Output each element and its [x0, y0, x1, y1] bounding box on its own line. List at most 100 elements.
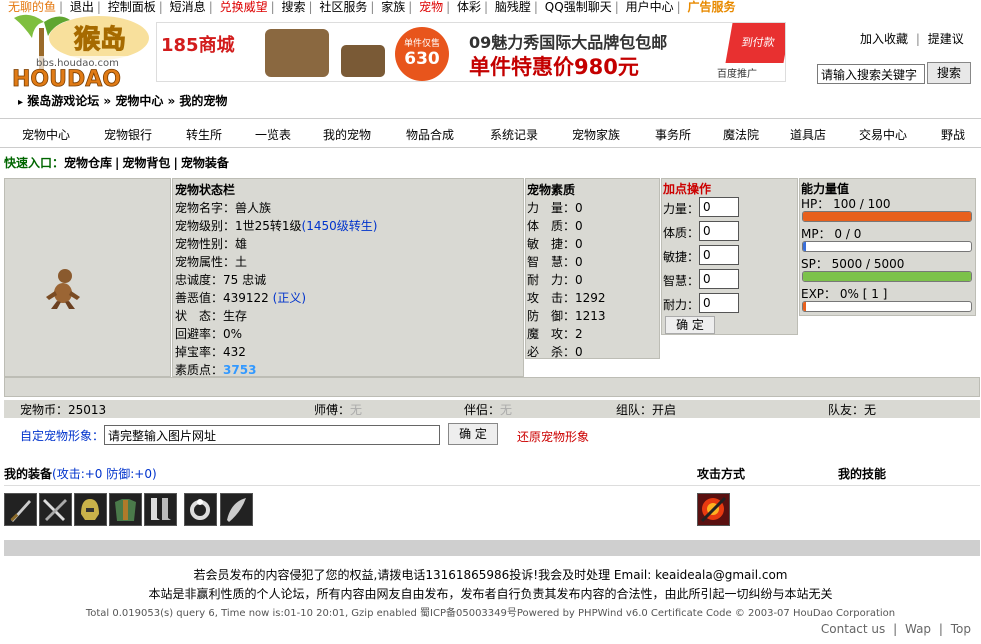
pet-state: 状 态：生存 [175, 309, 248, 323]
tab-overview[interactable]: 一览表 [255, 126, 291, 143]
tab-item-shop[interactable]: 道具店 [790, 126, 826, 143]
quick-label: 快速入口： [4, 156, 65, 170]
hp-bar-fill [803, 212, 971, 221]
agility-input[interactable] [699, 245, 739, 265]
rebirth-link[interactable]: (1450级转生) [302, 219, 378, 233]
suggest-link[interactable]: 提建议 [928, 32, 964, 46]
footer-links: Contact us | Wap | Top [820, 622, 971, 636]
equipment-header: 我的装备(攻击:+0 防御:+0) 攻击方式 我的技能 [4, 460, 980, 486]
mp-bar-fill [803, 242, 807, 251]
search-button[interactable]: 搜索 [927, 62, 971, 84]
nav-qq-chat[interactable]: QQ强制聊天 [545, 0, 612, 14]
quality-title: 宠物素质 [527, 183, 576, 197]
partner-info: 伴侣：无 [464, 403, 513, 417]
equip-slot-helmet[interactable] [74, 493, 107, 526]
equip-slot-boots[interactable] [144, 493, 177, 526]
image-url-input[interactable] [104, 425, 440, 445]
quality-endurance: 耐 力：0 [527, 273, 583, 287]
label-endurance: 耐力： [663, 298, 700, 312]
nav-ad-service[interactable]: 广告服务 [687, 0, 735, 14]
attack-method-slot[interactable] [697, 493, 730, 526]
pet-avatar-icon [46, 269, 80, 309]
nav-messages[interactable]: 短消息 [170, 0, 206, 14]
baidu-ad-label: 百度推广 [715, 65, 759, 80]
tab-magic[interactable]: 魔法院 [723, 126, 759, 143]
custom-image-confirm-button[interactable]: 确 定 [448, 423, 498, 445]
svg-text:HOUDAO: HOUDAO [12, 67, 121, 90]
custom-image-label: 自定宠物形象： [20, 429, 105, 443]
tab-pet-center[interactable]: 宠物中心 [22, 126, 70, 143]
top-link[interactable]: Top [951, 622, 971, 636]
footer-disclaimer: 本站是非赢利性质的个人论坛，所有内容由网友自由发布，发布者自行负责其发布内容的合… [148, 587, 833, 601]
site-logo[interactable]: 猴岛 bbs.houdao.com HOUDAO [4, 8, 154, 92]
tab-pet-family[interactable]: 宠物家族 [572, 126, 620, 143]
quick-backpack[interactable]: 宠物背包 [122, 156, 170, 170]
label-strength: 力量： [663, 202, 700, 216]
mp-bar [802, 241, 972, 252]
banner-corner: 到付款 [725, 23, 785, 63]
equip-slot-sword[interactable] [4, 493, 37, 526]
tab-records[interactable]: 系统记录 [490, 126, 538, 143]
endurance-input[interactable] [699, 293, 739, 313]
bag-image-small [341, 45, 385, 77]
fire-attack-icon [700, 496, 727, 523]
strength-input[interactable] [699, 197, 739, 217]
quick-warehouse[interactable]: 宠物仓库 [64, 156, 112, 170]
tab-pet-bank[interactable]: 宠物银行 [104, 126, 152, 143]
add-points-confirm-button[interactable]: 确 定 [665, 316, 715, 334]
equip-slot-armor[interactable] [109, 493, 142, 526]
nav-lottery[interactable]: 体彩 [457, 0, 481, 14]
equipment-title: 我的装备(攻击:+0 防御:+0) [4, 467, 157, 481]
contact-us-link[interactable]: Contact us [821, 622, 885, 636]
nav-brainless[interactable]: 脑残膛 [495, 0, 531, 14]
label-wisdom: 智慧： [663, 274, 700, 288]
quick-equipment[interactable]: 宠物装备 [181, 156, 229, 170]
pet-quality-panel: 宠物素质 力 量：0 体 质：0 敏 捷：0 智 慧：0 耐 力：0 攻 击：1… [525, 178, 660, 359]
svg-text:猴岛: 猴岛 [74, 24, 126, 55]
panel-footer-strip [4, 377, 980, 397]
sp-bar [802, 271, 972, 282]
search-input[interactable] [817, 64, 925, 84]
restore-image-link[interactable]: 还原宠物形象 [517, 428, 589, 445]
wap-link[interactable]: Wap [905, 622, 931, 636]
equip-slot-necklace[interactable] [220, 493, 253, 526]
tab-field-battle[interactable]: 野战 [941, 126, 965, 143]
breadcrumb-text[interactable]: 猴岛游戏论坛 » 宠物中心 » 我的宠物 [27, 94, 227, 108]
tab-trade[interactable]: 交易中心 [859, 126, 907, 143]
quality-critical: 必 杀：0 [527, 345, 583, 359]
breadcrumb: ▸ 猴岛游戏论坛 » 宠物中心 » 我的宠物 [18, 92, 227, 109]
nav-community[interactable]: 社区服务 [319, 0, 367, 14]
boots-icon [151, 498, 171, 520]
wisdom-input[interactable] [699, 269, 739, 289]
equip-slot-dagger[interactable] [39, 493, 72, 526]
tab-rebirth[interactable]: 转生所 [186, 126, 222, 143]
footer-complaint: 若会员发布的内容侵犯了您的权益,请拨电话13161865986投诉!我会及时处理… [193, 568, 788, 582]
quality-attack: 攻 击：1292 [527, 291, 606, 305]
teammate-info: 队友：无 [828, 403, 877, 417]
master-info: 师傅：无 [314, 403, 363, 417]
nav-family[interactable]: 家族 [381, 0, 405, 14]
add-favorite-link[interactable]: 加入收藏 [860, 32, 908, 46]
nav-exchange[interactable]: 兑换威望 [220, 0, 268, 14]
hp-text: HP： 100 / 100 [801, 197, 891, 211]
exp-bar-fill [803, 302, 807, 311]
pet-loyalty: 忠诚度：75 忠诚 [175, 273, 267, 287]
exp-text: EXP： 0% [ 1 ] [801, 287, 888, 301]
pet-coins: 宠物币：25013 [20, 403, 107, 417]
constitution-input[interactable] [699, 221, 739, 241]
nav-user-center[interactable]: 用户中心 [626, 0, 674, 14]
tab-my-pet[interactable]: 我的宠物 [323, 126, 371, 143]
nav-search[interactable]: 搜索 [281, 0, 305, 14]
nav-pet[interactable]: 宠物 [419, 0, 443, 14]
pet-points: 素质点：3753 [175, 363, 257, 377]
ability-panel: 能力量值 HP： 100 / 100 MP： 0 / 0 SP： 5000 / … [799, 178, 976, 316]
pet-info-row: 宠物币：25013 师傅：无 伴侣：无 组队：开启 队友：无 [4, 400, 980, 418]
pet-image-panel [4, 178, 171, 377]
equip-slot-ring[interactable] [184, 493, 217, 526]
tab-office[interactable]: 事务所 [655, 126, 691, 143]
tab-synthesis[interactable]: 物品合成 [406, 126, 454, 143]
quality-wisdom: 智 慧：0 [527, 255, 583, 269]
status-title: 宠物状态栏 [175, 183, 236, 197]
ad-banner[interactable]: 185商城 单件仅售 630 09魅力秀国际大品牌包包邮 单件特惠价980元 到… [156, 22, 786, 82]
main-nav: 宠物中心 宠物银行 转生所 一览表 我的宠物 物品合成 系统记录 宠物家族 事务… [0, 118, 981, 148]
